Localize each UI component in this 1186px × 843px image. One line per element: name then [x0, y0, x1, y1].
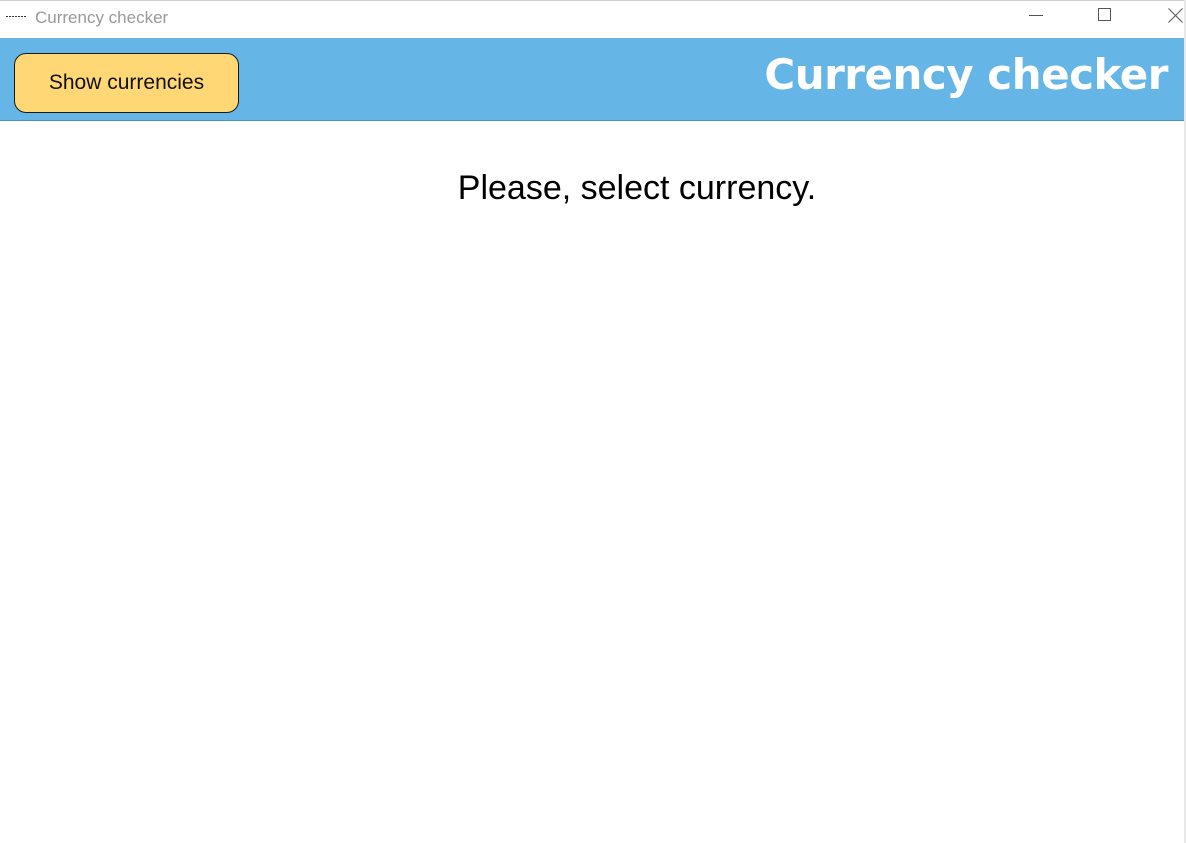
close-button[interactable] — [1152, 1, 1186, 31]
show-currencies-button[interactable]: Show currencies — [14, 53, 239, 113]
window-title: Currency checker — [35, 8, 169, 27]
maximize-icon — [1098, 8, 1111, 21]
header-bar: Show currencies Currency checker — [0, 38, 1184, 121]
minimize-icon — [1029, 15, 1043, 16]
app-window: Currency checker Show currencies Currenc… — [0, 0, 1186, 843]
minimize-button[interactable] — [1013, 1, 1059, 31]
title-bar[interactable]: Currency checker — [0, 1, 1186, 38]
header-title: Currency checker — [764, 50, 1168, 99]
select-currency-prompt: Please, select currency. — [457, 169, 817, 207]
main-content: Please, select currency. — [0, 121, 1184, 843]
maximize-button[interactable] — [1082, 1, 1128, 31]
close-icon — [1168, 8, 1183, 23]
app-icon — [6, 16, 28, 19]
